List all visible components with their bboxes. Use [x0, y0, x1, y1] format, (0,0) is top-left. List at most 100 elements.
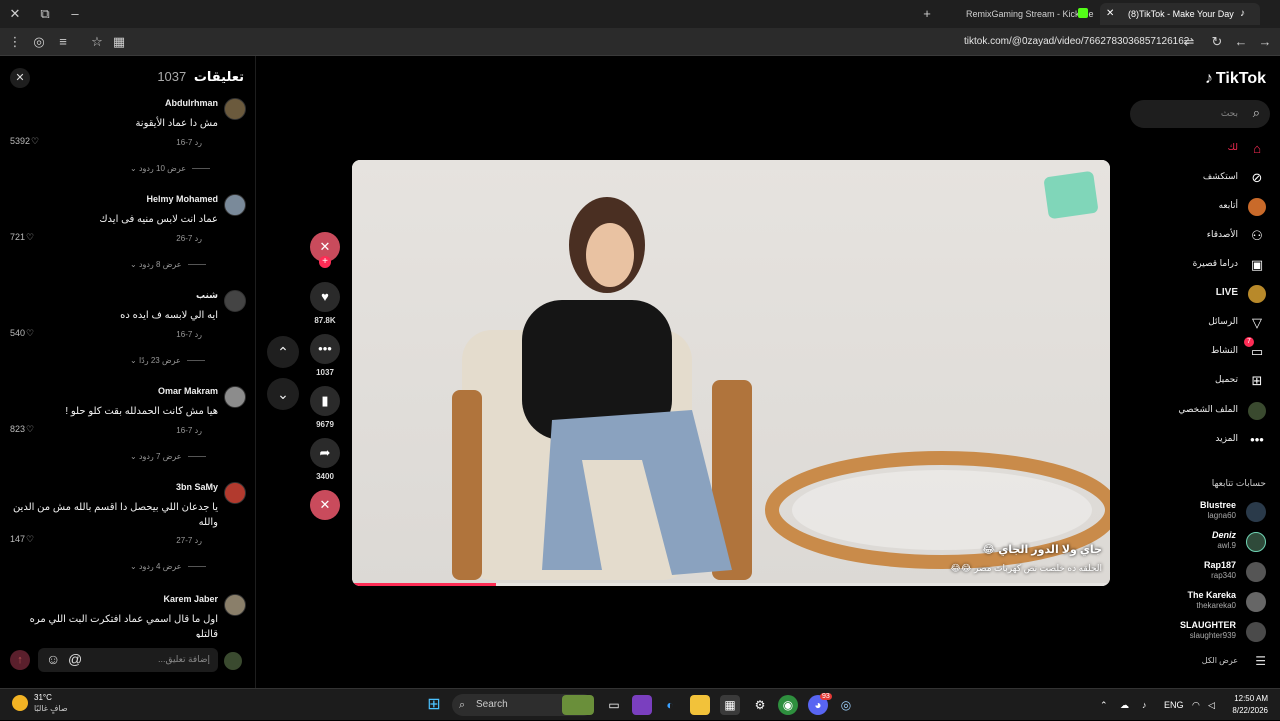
taskbar-clock[interactable]: 12:50 AM 8/22/2026	[1232, 693, 1268, 717]
avatar[interactable]	[224, 386, 246, 408]
close-window-icon[interactable]: ✕	[6, 0, 24, 28]
view-replies-button[interactable]: عرض 23 ردًا ⌄	[130, 356, 205, 365]
copilot-icon[interactable]	[632, 695, 652, 715]
creator-avatar[interactable]: ✕ +	[310, 232, 340, 268]
site-settings-icon[interactable]: ⇌	[1180, 28, 1198, 56]
reading-list-icon[interactable]: ≡	[54, 28, 72, 56]
reload-icon[interactable]: ↻	[1208, 28, 1226, 56]
avatar[interactable]	[224, 98, 246, 120]
reply-button[interactable]: رد	[195, 234, 202, 243]
following-account[interactable]: Deniz awl.9	[1126, 530, 1266, 556]
like-comment-button[interactable]: 540♡	[10, 328, 34, 339]
next-video-button[interactable]: ⌄	[267, 378, 299, 410]
avatar[interactable]	[224, 482, 246, 504]
cloud-icon[interactable]: ☁	[1120, 689, 1129, 721]
following-account[interactable]: SLAUGHTER slaughter939	[1126, 620, 1266, 646]
emoji-icon[interactable]: ☺	[46, 651, 60, 667]
sidebar-item-messages[interactable]: ▽ الرسائل	[1126, 312, 1266, 334]
task-view-icon[interactable]: ▭	[604, 695, 624, 715]
forward-icon[interactable]: ←	[1232, 28, 1250, 56]
like-button[interactable]: ♥ 87.8K	[310, 282, 340, 325]
language-indicator[interactable]: ENG	[1164, 689, 1184, 721]
windows-start-icon[interactable]: ⊞	[424, 695, 444, 715]
edge-icon[interactable]: ◐	[660, 695, 680, 715]
comment-author[interactable]: Helmy Mohamed	[146, 194, 218, 204]
account-icon[interactable]: ◎	[30, 28, 48, 56]
tab-kick[interactable]: RemixGaming Stream - Kick De	[938, 3, 1098, 25]
extension-icon[interactable]: ▦	[110, 28, 128, 56]
video-progress-bar[interactable]	[352, 583, 1110, 586]
following-account[interactable]: Rap187 rap340	[1126, 560, 1266, 586]
settings-gear-icon[interactable]: ⚙	[750, 695, 770, 715]
save-button[interactable]: ▮ 9679	[310, 386, 340, 429]
reply-button[interactable]: رد	[195, 536, 202, 545]
close-tab-icon[interactable]: ✕	[1106, 3, 1114, 25]
view-replies-button[interactable]: عرض 7 ردود ⌄	[130, 452, 206, 461]
sidebar-item-more[interactable]: ••• المزيد	[1126, 429, 1266, 451]
sidebar-item-short-drama[interactable]: ▣ دراما قصيرة	[1126, 254, 1266, 276]
sidebar-item-friends[interactable]: ⚇ الأصدقاء	[1126, 225, 1266, 247]
comment-button[interactable]: ••• 1037	[310, 334, 340, 377]
avatar[interactable]	[224, 290, 246, 312]
like-comment-button[interactable]: 5392♡	[10, 136, 39, 147]
close-comments-button[interactable]: ✕	[10, 68, 30, 88]
tray-chevron-icon[interactable]: ⌃	[1100, 689, 1108, 721]
show-all-button[interactable]: ☰ عرض الكل	[1126, 654, 1266, 670]
view-replies-button[interactable]: عرض 8 ردود ⌄	[130, 260, 206, 269]
sidebar-item-live[interactable]: LIVE	[1126, 283, 1266, 305]
comment-author[interactable]: Karem Jaber	[163, 594, 218, 604]
like-comment-button[interactable]: 823♡	[10, 424, 34, 435]
sidebar-item-following[interactable]: أتابعه	[1126, 196, 1266, 218]
search-input[interactable]: بحث ⌕	[1130, 100, 1270, 128]
sidebar-item-for-you[interactable]: ⌂ لك	[1126, 138, 1266, 160]
mic-icon[interactable]: ♪	[1142, 689, 1147, 721]
tab-search-icon[interactable]: ⧉	[36, 0, 54, 28]
account-handle: slaughter939	[1189, 631, 1236, 640]
steam-icon[interactable]: ◎	[836, 695, 856, 715]
back-icon[interactable]: →	[1256, 28, 1274, 56]
comment-date: 7-16	[176, 426, 193, 435]
follow-plus-icon[interactable]: +	[319, 256, 331, 268]
reply-button[interactable]: رد	[195, 426, 202, 435]
reply-button[interactable]: رد	[195, 138, 202, 147]
bookmark-star-icon[interactable]: ☆	[88, 28, 106, 56]
avatar[interactable]	[224, 194, 246, 216]
sidebar-item-explore[interactable]: ⊘ استكشف	[1126, 167, 1266, 189]
view-replies-button[interactable]: عرض 10 ردود ⌄	[130, 164, 211, 173]
comment-author[interactable]: Omar Makram	[158, 386, 218, 396]
video-player[interactable]: جاي ولا الدور الجاي 😂 الحلقه ده خلصت نص …	[352, 160, 1110, 586]
mention-icon[interactable]: @	[68, 651, 82, 667]
send-comment-button[interactable]: ↑	[10, 650, 30, 670]
comment-author[interactable]: شنب	[196, 290, 218, 301]
minimize-icon[interactable]: –	[66, 0, 84, 28]
store-icon[interactable]: ▦	[720, 695, 740, 715]
tab-tiktok[interactable]: ✕ (8)TikTok - Make Your Day ♪	[1100, 3, 1260, 25]
like-comment-button[interactable]: 721♡	[10, 232, 34, 243]
comment-author[interactable]: Abdulrhman	[165, 98, 218, 108]
sound-disc-button[interactable]: ✕	[310, 490, 340, 520]
volume-icon[interactable]: ◁	[1208, 689, 1215, 721]
wifi-icon[interactable]: ◠	[1192, 689, 1200, 721]
widget-banner-icon[interactable]	[562, 695, 594, 715]
sidebar-item-upload[interactable]: ⊞ تحميل	[1126, 370, 1266, 392]
comment-input[interactable]: ☺ @ إضافة تعليق...	[38, 648, 218, 672]
sidebar-item-profile[interactable]: الملف الشخصي	[1126, 400, 1266, 422]
browser-tab-bar: ✕ ⧉ – + RemixGaming Stream - Kick De ✕ (…	[0, 0, 1280, 28]
sidebar-item-activity[interactable]: ▭ 7 النشاط	[1126, 337, 1266, 363]
tiktok-logo[interactable]: ♪ TikTok	[1205, 70, 1266, 88]
avatar[interactable]	[224, 594, 246, 616]
following-account[interactable]: Blustree lagna60	[1126, 500, 1266, 526]
previous-video-button[interactable]: ⌃	[267, 336, 299, 368]
chrome-icon[interactable]: ◉	[778, 695, 798, 715]
menu-dots-icon[interactable]: ⋮	[6, 28, 24, 56]
following-account[interactable]: The Kareka thekareka0	[1126, 590, 1266, 616]
share-button[interactable]: ➦ 3400	[310, 438, 340, 481]
comment-author[interactable]: 3bn SaMy	[176, 482, 218, 492]
new-tab-icon[interactable]: +	[918, 0, 936, 28]
url-text[interactable]: tiktok.com/@0zayad/video/766278303685712…	[964, 28, 1189, 56]
like-comment-button[interactable]: 147♡	[10, 534, 34, 545]
reply-button[interactable]: رد	[195, 330, 202, 339]
view-replies-button[interactable]: عرض 4 ردود ⌄	[130, 562, 206, 571]
file-explorer-icon[interactable]	[690, 695, 710, 715]
view-replies-label: عرض 4 ردود	[138, 562, 182, 571]
